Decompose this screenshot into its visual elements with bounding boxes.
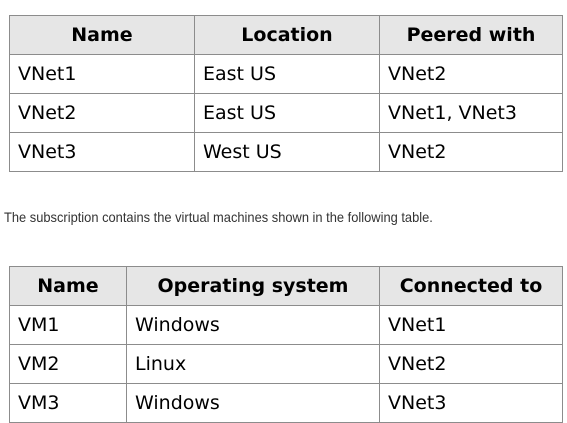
table-cell: VNet1, VNet3 bbox=[379, 93, 563, 133]
table-cell: West US bbox=[194, 132, 380, 172]
column-header: Connected to bbox=[379, 266, 563, 306]
column-header: Name bbox=[9, 15, 195, 55]
table-cell: Windows bbox=[126, 383, 380, 423]
table-cell: VNet2 bbox=[379, 344, 563, 384]
table-cell: VNet2 bbox=[9, 93, 195, 133]
vnet-table: Name Location Peered with VNet1 East US … bbox=[9, 15, 563, 172]
column-header: Name bbox=[9, 266, 127, 306]
table-header-row: Name Location Peered with bbox=[9, 15, 563, 55]
table-cell: VNet1 bbox=[379, 305, 563, 345]
table-row: VNet2 East US VNet1, VNet3 bbox=[9, 93, 563, 133]
table-cell: East US bbox=[194, 93, 380, 133]
table-row: VNet1 East US VNet2 bbox=[9, 54, 563, 94]
table-row: VM3 Windows VNet3 bbox=[9, 383, 563, 423]
table-cell: East US bbox=[194, 54, 380, 94]
column-header: Operating system bbox=[126, 266, 380, 306]
table-cell: VNet2 bbox=[379, 54, 563, 94]
table-cell: Linux bbox=[126, 344, 380, 384]
table-cell: VNet2 bbox=[379, 132, 563, 172]
table-cell: VNet3 bbox=[379, 383, 563, 423]
table-row: VNet3 West US VNet2 bbox=[9, 132, 563, 172]
table-cell: VM2 bbox=[9, 344, 127, 384]
table-cell: VNet1 bbox=[9, 54, 195, 94]
table-cell: VM1 bbox=[9, 305, 127, 345]
column-header: Peered with bbox=[379, 15, 563, 55]
table-row: VM1 Windows VNet1 bbox=[9, 305, 563, 345]
table-cell: VM3 bbox=[9, 383, 127, 423]
table-cell: VNet3 bbox=[9, 132, 195, 172]
table-row: VM2 Linux VNet2 bbox=[9, 344, 563, 384]
vm-table: Name Operating system Connected to VM1 W… bbox=[9, 266, 563, 423]
column-header: Location bbox=[194, 15, 380, 55]
table-header-row: Name Operating system Connected to bbox=[9, 266, 563, 306]
table-cell: Windows bbox=[126, 305, 380, 345]
caption-text: The subscription contains the virtual ma… bbox=[4, 209, 433, 225]
